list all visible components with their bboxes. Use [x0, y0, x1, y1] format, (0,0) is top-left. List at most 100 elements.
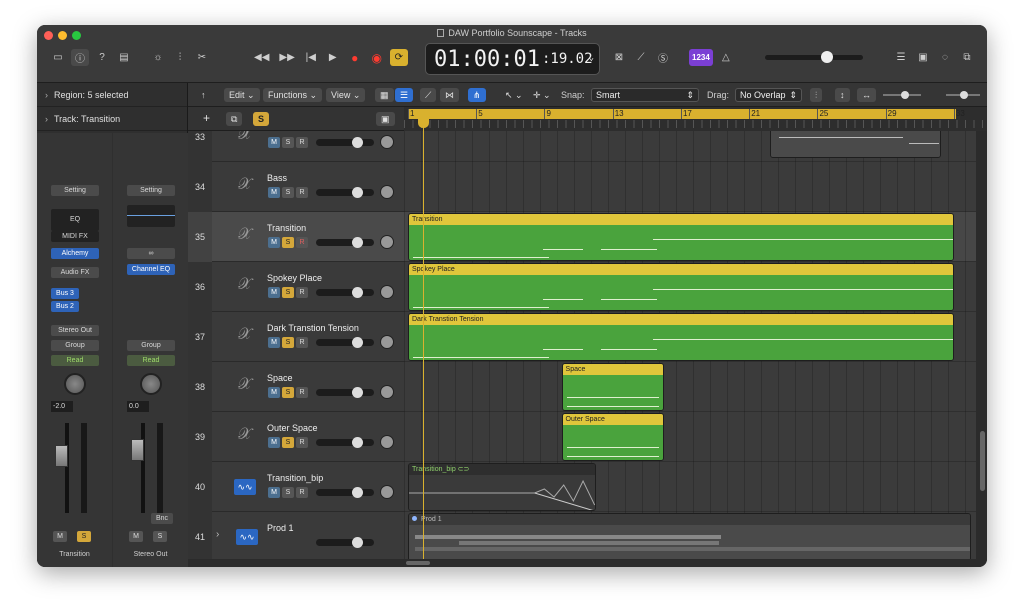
- replace-icon[interactable]: ⊠: [610, 49, 628, 66]
- volume-knob[interactable]: [352, 537, 363, 548]
- chevron-down-icon[interactable]: ⌄: [589, 53, 594, 63]
- add-track-icon[interactable]: +: [198, 111, 215, 125]
- lcd-display[interactable]: 01:00:01:19.02 ⌄: [425, 43, 600, 75]
- quick-help-icon[interactable]: ?: [93, 49, 111, 66]
- forward-icon[interactable]: ▶▶: [276, 49, 297, 66]
- cycle-icon[interactable]: ⟳: [389, 49, 408, 66]
- output-slot[interactable]: Stereo Out: [51, 325, 99, 336]
- volume-slider[interactable]: [316, 387, 374, 398]
- track-name[interactable]: Bass: [267, 173, 287, 183]
- vertical-zoom-knob[interactable]: [901, 91, 909, 99]
- volume-knob[interactable]: [352, 337, 363, 348]
- setting-button[interactable]: Setting: [51, 185, 99, 196]
- playhead-handle[interactable]: [418, 119, 429, 128]
- record-enable-button[interactable]: R: [296, 287, 308, 298]
- instrument-slot[interactable]: Alchemy: [51, 248, 99, 259]
- vertical-zoom-slider[interactable]: [883, 91, 921, 99]
- pan-knob[interactable]: [380, 335, 394, 349]
- volume-slider[interactable]: [316, 187, 374, 198]
- region[interactable]: Space: [561, 363, 664, 411]
- solo-button[interactable]: S: [282, 237, 294, 248]
- record-mode-icon[interactable]: ◉: [368, 49, 386, 66]
- volume-slider[interactable]: [316, 437, 374, 448]
- track-name[interactable]: Spokey Place: [267, 273, 322, 283]
- region[interactable]: Dark Transtion Tension: [408, 313, 954, 361]
- global-solo-button[interactable]: S: [253, 112, 270, 126]
- eq-display[interactable]: [127, 205, 175, 227]
- pan-knob[interactable]: [380, 485, 394, 499]
- pan-knob[interactable]: [380, 385, 394, 399]
- playhead[interactable]: [423, 121, 424, 559]
- pan-knob[interactable]: [380, 285, 394, 299]
- arrange-area[interactable]: Transition Spokey Place Dark Transtion Ten…: [404, 131, 976, 559]
- region-wind[interactable]: [770, 131, 941, 158]
- volume-knob[interactable]: [352, 387, 363, 398]
- bounce-button[interactable]: Bnc: [151, 513, 173, 524]
- record-enable-button[interactable]: R: [296, 437, 308, 448]
- horizontal-scroll-thumb[interactable]: [406, 561, 430, 565]
- solo-button[interactable]: S: [282, 487, 294, 498]
- pointer-tool-icon[interactable]: ↖ ⌄: [500, 88, 528, 102]
- disclosure-chevron-icon[interactable]: ›: [216, 529, 219, 540]
- to-start-icon[interactable]: |◀: [302, 49, 320, 66]
- solo-button[interactable]: S: [282, 387, 294, 398]
- track-header[interactable]: 39 𝒳 Outer Space M S R: [188, 412, 404, 462]
- track-name[interactable]: Space: [267, 373, 293, 383]
- send-bus-3[interactable]: Bus 3: [51, 288, 79, 299]
- audio-fx-slot[interactable]: Audio FX: [51, 267, 99, 278]
- waveform-zoom-icon[interactable]: ⫶: [810, 88, 823, 102]
- horizontal-scrollbar[interactable]: [404, 559, 987, 567]
- volume-value[interactable]: 0.0: [127, 401, 149, 412]
- track-name[interactable]: Transition_bip: [267, 473, 323, 483]
- track-name[interactable]: Dark Transtion Tension: [267, 323, 359, 333]
- pan-knob[interactable]: [140, 373, 162, 395]
- secondary-tool-icon[interactable]: ✛ ⌄: [528, 88, 556, 102]
- vertical-zoom-icon[interactable]: ↕: [835, 88, 850, 102]
- horizontal-zoom-knob[interactable]: [960, 91, 968, 99]
- volume-knob[interactable]: [352, 237, 363, 248]
- solo-button[interactable]: S: [77, 531, 91, 542]
- duplicate-track-icon[interactable]: ⧉: [226, 112, 243, 126]
- record-icon[interactable]: ●: [346, 49, 364, 66]
- region[interactable]: Outer Space: [561, 413, 664, 461]
- link-region-icon[interactable]: ⋈: [440, 88, 459, 102]
- volume-knob[interactable]: [352, 287, 363, 298]
- catch-icon[interactable]: ⟋: [420, 88, 437, 102]
- region[interactable]: Prod 1: [408, 513, 971, 559]
- browser-icon[interactable]: ⧉: [958, 49, 976, 66]
- track-header[interactable]: 33 𝒳 Wind M S R: [188, 131, 404, 162]
- functions-menu[interactable]: Functions ⌄: [263, 88, 323, 102]
- eq-display[interactable]: EQ: [51, 209, 99, 231]
- track-header[interactable]: 41 ∿∿ › Prod 1: [188, 512, 404, 559]
- solo-button[interactable]: S: [282, 287, 294, 298]
- inspector-icon[interactable]: ⓘ: [71, 49, 89, 66]
- library-icon[interactable]: ▭: [49, 49, 67, 66]
- automation-mode[interactable]: Read: [51, 355, 99, 366]
- track-header[interactable]: 38 𝒳 Space M S R: [188, 362, 404, 412]
- send-bus-2[interactable]: Bus 2: [51, 301, 79, 312]
- group-slot[interactable]: Group: [127, 340, 175, 351]
- link-icon[interactable]: ∞: [127, 248, 175, 259]
- channel-eq-slot[interactable]: Channel EQ: [127, 264, 175, 275]
- solo-button[interactable]: S: [282, 337, 294, 348]
- edit-menu[interactable]: Edit ⌄: [224, 88, 260, 102]
- snap-select[interactable]: Smart ⇕: [591, 88, 699, 102]
- region[interactable]: Transition_bip ⊂⊃: [408, 463, 596, 511]
- pan-knob[interactable]: [64, 373, 86, 395]
- automation-mode[interactable]: Read: [127, 355, 175, 366]
- track-header[interactable]: 34 𝒳 Bass M S R: [188, 162, 404, 212]
- volume-knob[interactable]: [352, 137, 363, 148]
- play-icon[interactable]: ▶: [324, 49, 342, 66]
- mute-button[interactable]: M: [268, 187, 280, 198]
- record-enable-button[interactable]: R: [296, 387, 308, 398]
- pan-knob[interactable]: [380, 235, 394, 249]
- record-enable-button[interactable]: R: [296, 187, 308, 198]
- master-volume-knob[interactable]: [821, 51, 833, 63]
- solo-icon[interactable]: Ⓢ: [654, 49, 672, 66]
- mute-button[interactable]: M: [268, 437, 280, 448]
- volume-slider[interactable]: [316, 337, 374, 348]
- toolbar-icon[interactable]: ▤: [115, 49, 133, 66]
- flex-icon[interactable]: ⋔: [468, 88, 486, 102]
- back-icon[interactable]: ↑: [196, 88, 211, 102]
- drag-select[interactable]: No Overlap ⇕: [735, 88, 802, 102]
